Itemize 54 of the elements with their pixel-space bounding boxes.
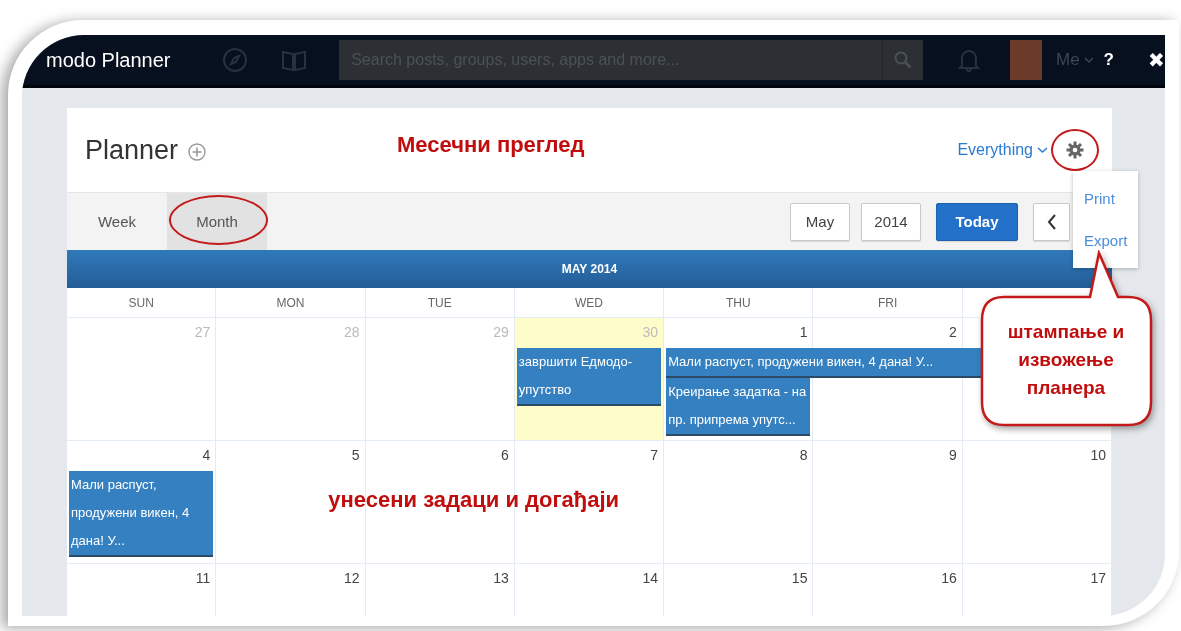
day-number: 11 [194,569,212,588]
menu-item[interactable]: Print [1073,189,1138,207]
day-number: 12 [343,569,361,588]
weekday-header: MON [216,288,366,318]
search-button[interactable] [882,40,924,80]
day-number: 4 [201,446,212,465]
day-number: 28 [343,323,361,342]
month-title-bar: MAY 2014 [67,250,1112,288]
day-number: 6 [500,446,510,465]
calendar-event[interactable]: Мали распуст, продужени викен, 4 дана! У... [69,471,214,557]
day-number: 29 [492,323,510,342]
day-number: 14 [641,569,660,588]
filter-dropdown[interactable]: Everything [957,141,1033,159]
day-number: 8 [798,446,809,465]
app-title: modo Planner [46,48,172,72]
chevron-down-icon[interactable] [1037,146,1048,154]
day-number: 27 [193,323,212,342]
month-select[interactable]: May [790,202,850,241]
day-number: 10 [1089,446,1107,465]
calendar-event[interactable]: Креирање задатка - на пр. припрема упутс... [666,378,811,436]
day-number: 13 [492,569,510,588]
day-number: 1 [798,323,809,342]
annotation-text: Месечни преглед [397,132,585,158]
day-number: 2 [947,323,958,342]
day-number: 7 [649,446,660,465]
close-button[interactable]: ✖ [1148,48,1165,72]
search-icon[interactable] [894,51,913,69]
weekday-header: THU [664,288,814,318]
menu-item[interactable]: Export [1073,232,1138,250]
help-button[interactable]: ? [1103,50,1114,70]
weekday-header: FRI [813,288,963,318]
day-number: 17 [1089,569,1107,588]
day-number: 9 [947,446,958,465]
compass-icon[interactable] [221,47,248,73]
day-number: 30 [641,323,660,342]
today-button[interactable]: Today [936,202,1018,241]
page-title: Planner [85,134,179,166]
bell-icon[interactable] [958,47,981,73]
chevron-down-icon[interactable] [1083,56,1094,64]
weekday-header: SUN [67,288,217,318]
plus-circle-icon[interactable] [188,143,207,161]
year-select[interactable]: 2014 [861,202,921,241]
weekday-header: TUE [365,288,515,318]
previous-button[interactable] [1033,202,1070,241]
chevron-left-icon [1046,213,1057,230]
calendar-event[interactable]: завршити Едмодо-упутство [516,348,662,406]
view-tab[interactable]: Week [67,193,167,250]
view-tab[interactable]: Month [167,193,267,250]
avatar-placeholder[interactable] [1010,40,1043,80]
annotation-text: унесени задаци и догађаји [328,487,620,513]
day-number: 16 [940,569,958,588]
day-number: 15 [790,569,809,588]
day-number: 5 [350,446,361,465]
settings-icon[interactable] [1066,141,1084,159]
